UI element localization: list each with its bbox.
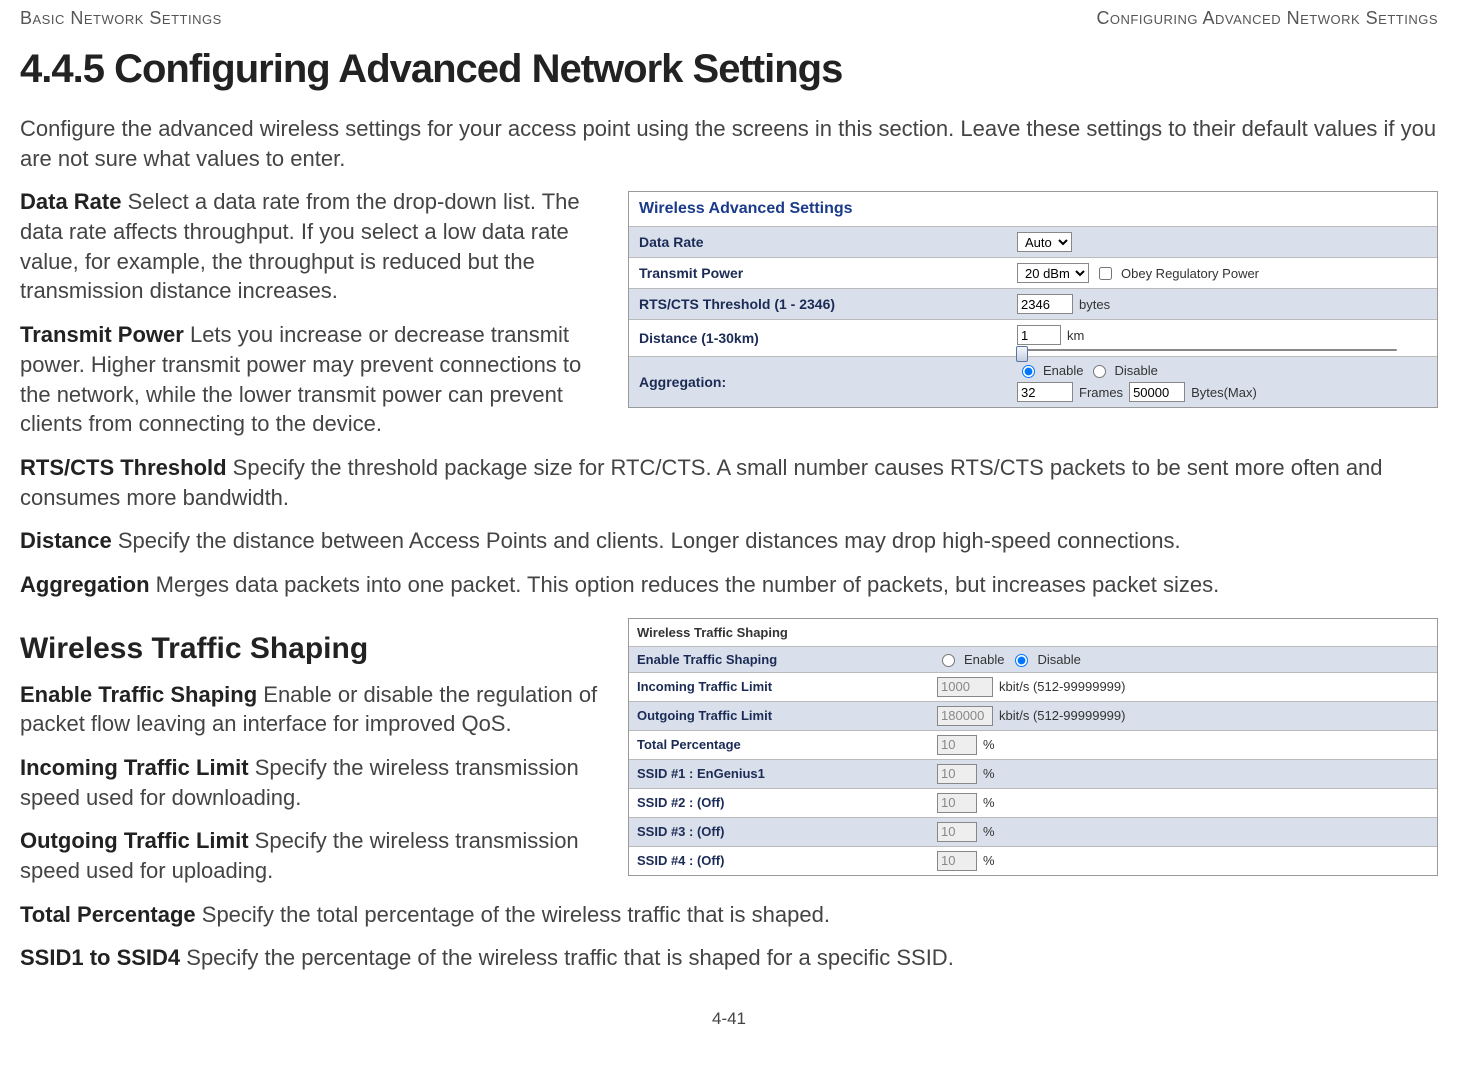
unit-distance: km xyxy=(1067,328,1084,343)
page-header: Basic Network Settings Configuring Advan… xyxy=(20,8,1438,29)
slider-distance[interactable] xyxy=(1017,349,1397,351)
row-rts: RTS/CTS Threshold (1 - 2346) bytes xyxy=(629,288,1437,319)
select-transmit-power[interactable]: 20 dBm xyxy=(1017,263,1089,283)
input-agg-bytes[interactable] xyxy=(1129,382,1185,402)
checkbox-obey-regulatory[interactable] xyxy=(1099,267,1112,280)
input-itl[interactable] xyxy=(937,677,993,697)
row-otl: Outgoing Traffic Limit kbit/s (512-99999… xyxy=(629,701,1437,730)
label-data-rate: Data Rate xyxy=(629,228,1009,256)
header-left: Basic Network Settings xyxy=(20,8,222,29)
row-data-rate: Data Rate Auto xyxy=(629,226,1437,257)
label-obey-regulatory: Obey Regulatory Power xyxy=(1121,266,1259,281)
row-ets: Enable Traffic Shaping Enable Disable xyxy=(629,646,1437,672)
wireless-advanced-panel: Wireless Advanced Settings Data Rate Aut… xyxy=(628,191,1438,408)
row-itl: Incoming Traffic Limit kbit/s (512-99999… xyxy=(629,672,1437,701)
label-distance: Distance (1-30km) xyxy=(629,324,1009,352)
row-ssid4: SSID #4 : (Off) % xyxy=(629,846,1437,875)
intro-paragraph: Configure the advanced wireless settings… xyxy=(20,114,1438,173)
label-transmit-power: Transmit Power xyxy=(629,259,1009,287)
label-aggregation: Aggregation: xyxy=(629,368,1009,396)
row-ssid3: SSID #3 : (Off) % xyxy=(629,817,1437,846)
page-title: 4.4.5 Configuring Advanced Network Setti… xyxy=(20,47,1438,92)
def-rts: RTS/CTS Threshold Specify the threshold … xyxy=(20,453,1438,512)
radio-ets-disable[interactable] xyxy=(1015,654,1028,667)
def-tp: Total Percentage Specify the total perce… xyxy=(20,900,1438,930)
row-aggregation: Aggregation: Enable Disable Frames Bytes… xyxy=(629,356,1437,407)
radio-agg-enable[interactable] xyxy=(1022,365,1035,378)
page-number: 4-41 xyxy=(20,1009,1438,1029)
radio-ets-enable[interactable] xyxy=(942,654,955,667)
label-rts: RTS/CTS Threshold (1 - 2346) xyxy=(629,290,1009,318)
panel1-title: Wireless Advanced Settings xyxy=(629,192,1437,226)
row-ssid2: SSID #2 : (Off) % xyxy=(629,788,1437,817)
row-ssid1: SSID #1 : EnGenius1 % xyxy=(629,759,1437,788)
input-rts[interactable] xyxy=(1017,294,1073,314)
unit-rts: bytes xyxy=(1079,297,1110,312)
input-agg-frames[interactable] xyxy=(1017,382,1073,402)
input-otl[interactable] xyxy=(937,706,993,726)
input-ssid3[interactable] xyxy=(937,822,977,842)
input-ssid4[interactable] xyxy=(937,851,977,871)
row-tp: Total Percentage % xyxy=(629,730,1437,759)
row-distance: Distance (1-30km) km xyxy=(629,319,1437,356)
def-distance: Distance Specify the distance between Ac… xyxy=(20,526,1438,556)
radio-agg-disable[interactable] xyxy=(1093,365,1106,378)
input-ssid1[interactable] xyxy=(937,764,977,784)
header-right: Configuring Advanced Network Settings xyxy=(1096,8,1438,29)
select-data-rate[interactable]: Auto xyxy=(1017,232,1072,252)
row-transmit-power: Transmit Power 20 dBm Obey Regulatory Po… xyxy=(629,257,1437,288)
input-ssid2[interactable] xyxy=(937,793,977,813)
def-aggregation: Aggregation Merges data packets into one… xyxy=(20,570,1438,600)
input-distance[interactable] xyxy=(1017,325,1061,345)
panel2-title: Wireless Traffic Shaping xyxy=(629,619,1437,646)
def-ssid: SSID1 to SSID4 Specify the percentage of… xyxy=(20,943,1438,973)
wireless-traffic-shaping-panel: Wireless Traffic Shaping Enable Traffic … xyxy=(628,618,1438,876)
input-tp[interactable] xyxy=(937,735,977,755)
